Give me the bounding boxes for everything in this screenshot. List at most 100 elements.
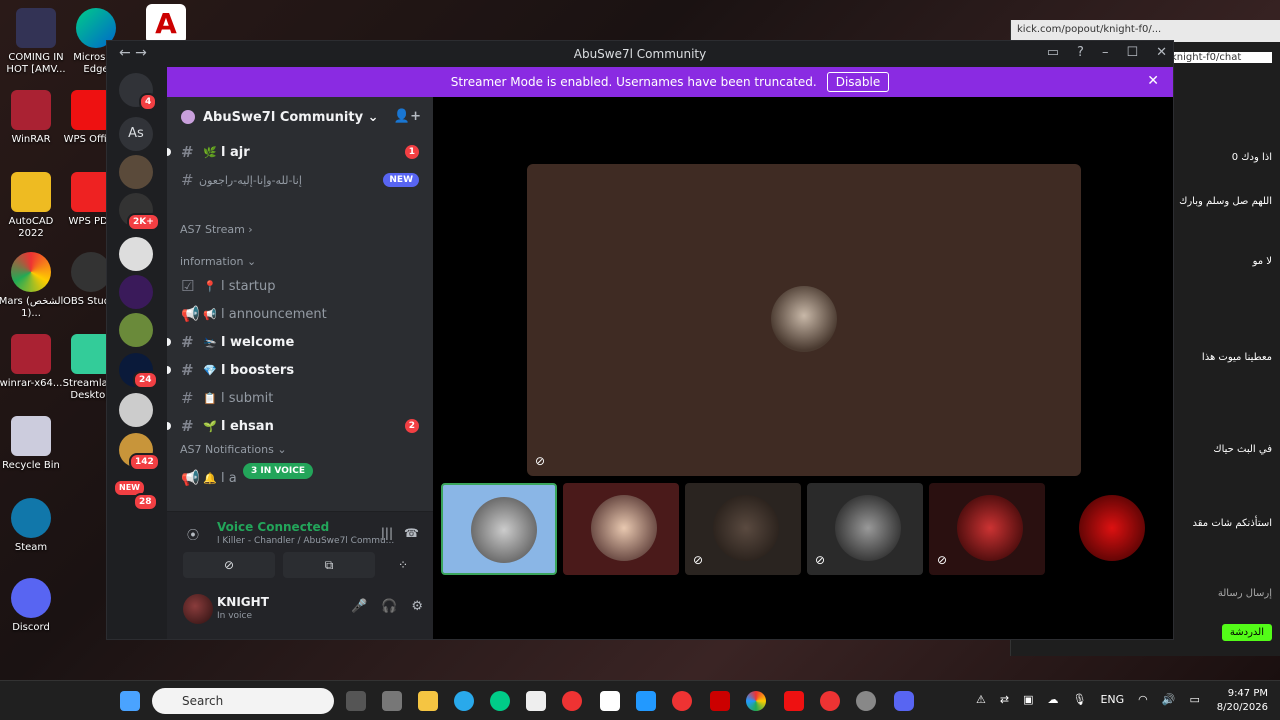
main-video-tile[interactable]: ⊘ (527, 164, 1081, 476)
close-icon[interactable]: ✕ (1156, 45, 1167, 60)
participant-tile[interactable]: ⊘ (685, 483, 801, 575)
signal-icon[interactable]: ⦿ (187, 526, 199, 543)
wps-icon[interactable] (784, 691, 804, 711)
netflix-icon[interactable] (710, 691, 730, 711)
banner-close-icon[interactable]: ✕ (1147, 73, 1159, 89)
edge-icon[interactable] (490, 691, 510, 711)
channel-ehsan[interactable]: # 🌱 l ehsan 2 (167, 413, 433, 439)
rules-icon: ☑ (181, 277, 195, 295)
file-explorer-icon[interactable] (418, 691, 438, 711)
participant-avatar (957, 495, 1023, 561)
screen-share-button[interactable]: ⧉ (283, 552, 375, 578)
discord-taskbar-icon[interactable] (894, 691, 914, 711)
in-voice-badge[interactable]: 3 IN VOICE (243, 463, 313, 479)
server-icon[interactable] (119, 393, 153, 427)
main-avatar (771, 286, 837, 352)
server-badge: 28 (133, 493, 158, 511)
channel-sidebar: AbuSwe7l Community ⌄ 👤+ # 🌿 l ajr 1 # إنا-لل… (167, 97, 433, 639)
language-indicator[interactable]: ENG (1100, 693, 1124, 706)
taskbar-search[interactable]: Search (152, 688, 334, 714)
category-stream[interactable]: AS7 Stream › (180, 223, 253, 236)
tray-icon[interactable]: ⚠ (976, 693, 986, 706)
camera-off-icon: ⊘ (937, 553, 948, 567)
camera-off-button[interactable]: ⊘ (183, 552, 275, 578)
app-icon[interactable] (382, 691, 402, 711)
mic-tray-icon[interactable]: 🎙 (1073, 693, 1087, 706)
home-badge: 4 (139, 93, 158, 111)
category-information[interactable]: information ⌄ (180, 255, 256, 268)
invite-icon[interactable]: 👤+ (394, 109, 421, 124)
cloud-icon[interactable]: ☁ (1048, 693, 1059, 706)
channel-arabic[interactable]: # إنا-لله-وإنا-إليه-راجعون NEW (167, 167, 433, 193)
channel-submit[interactable]: # 📋 l submit (167, 385, 433, 411)
maximize-icon[interactable]: ☐ (1126, 45, 1138, 60)
disable-button[interactable]: Disable (826, 72, 890, 92)
microphone-icon[interactable]: 🎤 (351, 599, 367, 614)
user-panel: KNIGHT In voice 🎤 🎧 ⚙ (167, 581, 433, 639)
participant-avatar (471, 497, 537, 563)
server-icon[interactable] (119, 155, 153, 189)
channel-boosters[interactable]: # 💎 l boosters (167, 357, 433, 383)
category-notifications[interactable]: AS7 Notifications ⌄ (180, 443, 287, 456)
volume-icon[interactable]: 🔊 (1162, 693, 1176, 706)
browser-address[interactable]: kick.com/popout/knight-f0/... (1011, 20, 1280, 42)
hash-icon: # (181, 143, 194, 161)
chat-input[interactable]: إرسال رسالة (1218, 588, 1272, 599)
pdf-icon[interactable] (672, 691, 692, 711)
gmail-icon[interactable] (600, 691, 620, 711)
photos-icon[interactable] (746, 691, 766, 711)
tray-icon[interactable]: ▣ (1023, 693, 1033, 706)
start-icon[interactable] (120, 691, 140, 711)
chat-app-icon[interactable] (636, 691, 656, 711)
camera-off-icon: ⊘ (535, 454, 546, 468)
window-title: AbuSwe7l Community (573, 47, 707, 61)
obs-icon[interactable] (856, 691, 876, 711)
activities-button[interactable]: ⁘ (383, 552, 423, 578)
clock[interactable]: 9:47 PM 8/20/2026 (1217, 687, 1268, 715)
hash-icon: # (181, 361, 194, 379)
task-view-icon[interactable] (346, 691, 366, 711)
channel-announcement[interactable]: 📢 📢 l announcement (167, 301, 433, 327)
noise-suppression-icon[interactable]: ||| (381, 526, 393, 540)
gear-icon[interactable]: ⚙ (411, 599, 423, 614)
disconnect-icon[interactable]: ☎ (404, 526, 419, 540)
desktop-icon-discord[interactable]: Discord (0, 578, 67, 634)
channel-welcome[interactable]: # 🛬 l welcome (167, 329, 433, 355)
server-icon[interactable] (119, 313, 153, 347)
server-as[interactable]: As (119, 117, 153, 151)
participant-avatar (835, 495, 901, 561)
participant-avatar (713, 495, 779, 561)
voice-status[interactable]: Voice Connected (217, 520, 329, 534)
telegram-icon[interactable] (454, 691, 474, 711)
chat-line: في البث حياك (1213, 444, 1272, 455)
chrome-icon-2[interactable] (820, 691, 840, 711)
headphones-icon[interactable]: 🎧 (381, 599, 397, 614)
battery-icon[interactable]: ▭ (1189, 693, 1199, 706)
camera-off-icon: ⊘ (815, 553, 826, 567)
participant-tile[interactable] (563, 483, 679, 575)
channel-ajr[interactable]: # 🌿 l ajr 1 (167, 139, 433, 165)
chrome-icon[interactable] (562, 691, 582, 711)
username[interactable]: KNIGHT (217, 595, 269, 609)
server-header[interactable]: AbuSwe7l Community ⌄ 👤+ (167, 97, 433, 137)
server-icon[interactable] (119, 275, 153, 309)
desktop-icon-recycle-bin[interactable]: Recycle Bin (0, 416, 67, 472)
desktop-icon-steam[interactable]: Steam (0, 498, 67, 554)
inbox-icon[interactable]: ▭ (1047, 45, 1059, 60)
voice-channel-name[interactable]: l Killer - Chandler / AbuSwe7l Commu... (217, 536, 394, 546)
participant-tile[interactable]: ⊘ (807, 483, 923, 575)
back-forward-icons[interactable]: ← → (119, 45, 147, 61)
participant-tile[interactable] (1051, 483, 1169, 575)
wifi-icon[interactable]: ◠ (1138, 693, 1148, 706)
server-icon[interactable] (119, 237, 153, 271)
hash-icon: # (181, 333, 194, 351)
avatar[interactable] (183, 594, 213, 624)
participant-tile[interactable] (441, 483, 557, 575)
tray-icon[interactable]: ⇄ (1000, 693, 1009, 706)
participant-tile[interactable]: ⊘ (929, 483, 1045, 575)
help-icon[interactable]: ? (1077, 45, 1084, 60)
chat-send-button[interactable]: الدردشة (1221, 624, 1272, 641)
channel-startup[interactable]: ☑ 📍 l startup (167, 273, 433, 299)
store-icon[interactable] (526, 691, 546, 711)
minimize-icon[interactable]: – (1102, 45, 1109, 60)
